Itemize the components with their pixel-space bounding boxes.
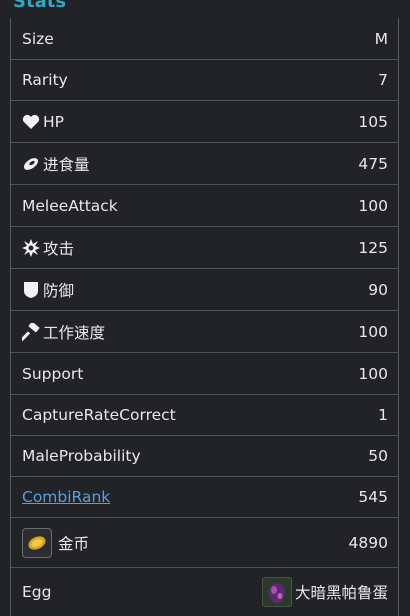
stat-value: 100: [358, 196, 388, 215]
stat-value: 105: [358, 112, 388, 131]
heart-icon: [22, 113, 40, 131]
stat-label: 进食量: [43, 155, 90, 174]
stat-row-hp: HP 105: [11, 101, 398, 143]
stat-label: MeleeAttack: [22, 196, 118, 215]
stat-label: 防御: [43, 281, 75, 300]
stat-row-food: 进食量 475: [11, 143, 398, 185]
stat-row-attack: 攻击 125: [11, 227, 398, 269]
stat-label: MaleProbability: [22, 447, 141, 465]
stat-value: 100: [358, 364, 388, 383]
stat-row-male-probability: MaleProbability 50: [11, 436, 398, 477]
stat-label: Support: [22, 364, 84, 383]
stat-label: Egg: [22, 583, 52, 601]
dark-egg-icon: [261, 577, 292, 607]
stat-label: CaptureRateCorrect: [22, 406, 176, 424]
stat-value: 545: [358, 488, 388, 506]
burst-icon: [22, 238, 40, 257]
stat-label: HP: [43, 112, 65, 131]
hammer-icon: [22, 322, 40, 341]
stat-value: 7: [378, 71, 388, 89]
stat-label: Rarity: [22, 71, 68, 89]
section-title: Stats: [13, 0, 67, 12]
stat-value: 4890: [348, 533, 388, 552]
stat-row-rarity: Rarity 7: [11, 60, 398, 101]
stats-table: Size M Rarity 7 HP 105 进食量 475 MeleeAtta…: [10, 18, 399, 616]
shield-icon: [22, 281, 40, 299]
stat-row-work-speed: 工作速度 100: [11, 311, 398, 353]
stat-value: 90: [368, 280, 388, 299]
stat-row-combi-rank: CombiRank 545: [11, 477, 398, 518]
stat-label: 金币: [58, 534, 90, 553]
stat-value: 475: [358, 154, 388, 173]
stat-value: 125: [358, 238, 388, 257]
stat-label: 工作速度: [43, 323, 106, 342]
stat-row-egg: Egg 大暗黑帕鲁蛋: [11, 568, 398, 616]
stat-value: 1: [378, 406, 388, 424]
stat-row-capture-rate: CaptureRateCorrect 1: [11, 395, 398, 436]
stat-row-melee-attack: MeleeAttack 100: [11, 185, 398, 227]
stat-label: 攻击: [43, 239, 75, 258]
stat-row-support: Support 100: [11, 353, 398, 395]
gold-coin-icon: [22, 527, 52, 558]
stat-row-size: Size M: [11, 18, 398, 60]
stat-value: 50: [368, 447, 388, 465]
egg-link[interactable]: 大暗黑帕鲁蛋: [295, 581, 388, 603]
food-icon: [22, 155, 40, 173]
stat-row-gold: 金币 4890: [11, 518, 398, 568]
combi-rank-link[interactable]: CombiRank: [22, 488, 110, 506]
stat-row-defense: 防御 90: [11, 269, 398, 311]
stat-value: M: [374, 29, 388, 48]
stat-label: Size: [22, 29, 54, 48]
stat-value: 100: [358, 322, 388, 341]
